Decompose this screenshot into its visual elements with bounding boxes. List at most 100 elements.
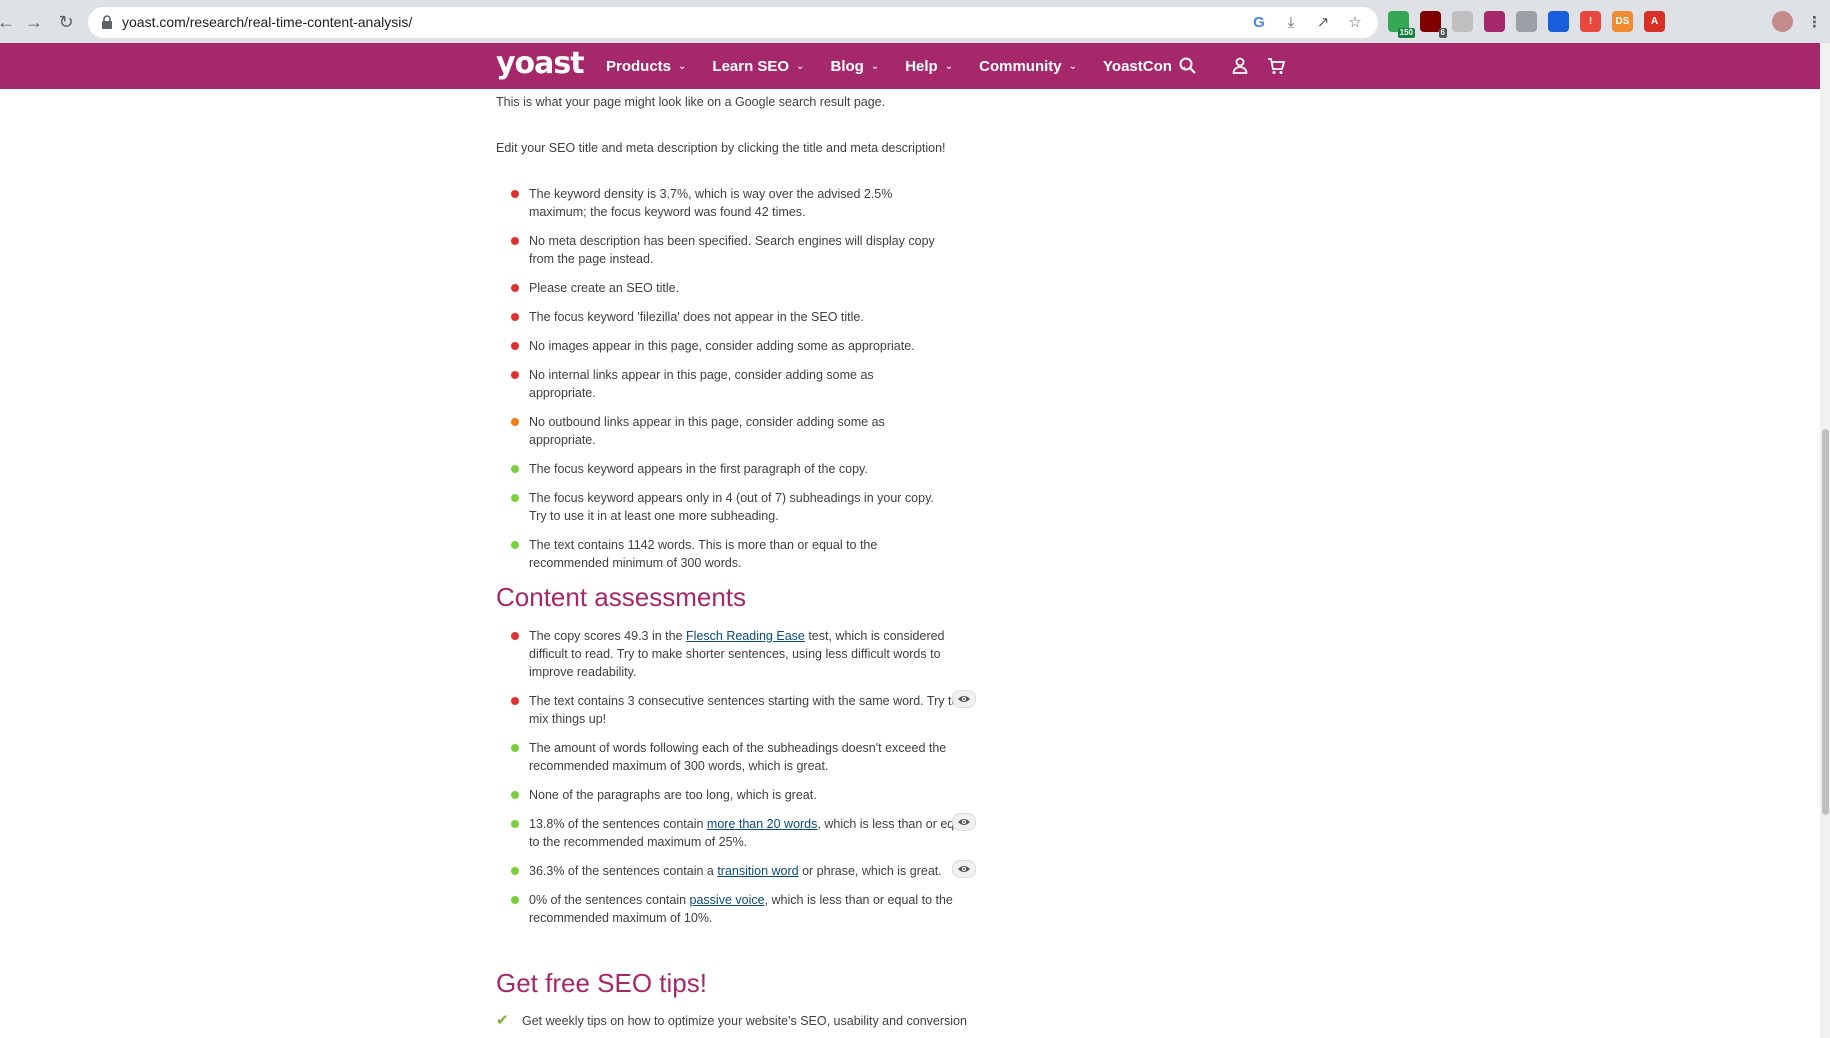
status-bullet-good [511, 541, 519, 549]
highlight-eye-icon[interactable] [952, 813, 976, 831]
menu-blog[interactable]: Blog ⌄ [831, 58, 880, 75]
profile-avatar-icon[interactable] [1772, 11, 1793, 32]
url-text[interactable]: yoast.com/research/real-time-content-ana… [122, 14, 412, 30]
seo-tip-item: ✔ Get weekly tips on how to optimize you… [496, 1012, 967, 1029]
seo-assessment-line: appropriate. [529, 433, 596, 447]
status-bullet-good [511, 820, 519, 828]
status-bullet-bad [511, 284, 519, 292]
assessment-text-part: The copy scores 49.3 in the [529, 629, 687, 643]
side-panel-icon[interactable] [1740, 11, 1761, 32]
menu-help-label: Help [905, 57, 938, 75]
seo-assessment-line: No internal links appear in this page, c… [529, 368, 874, 382]
assessment-text-part: 13.8% of the sentences contain [529, 817, 707, 831]
status-bullet-ok [511, 418, 519, 426]
seo-assessment-line: No images appear in this page, consider … [529, 339, 915, 353]
browser-menu-icon[interactable]: ⋮ [1804, 11, 1825, 32]
seo-assessment-text: The focus keyword appears only in 4 (out… [529, 489, 974, 525]
back-arrow-icon[interactable]: ← [0, 10, 18, 34]
menu-products[interactable]: Products ⌄ [606, 58, 686, 75]
seo-assessment-line: The text contains 1142 words. This is mo… [529, 538, 878, 552]
assessment-help-link[interactable]: more than 20 words [707, 817, 817, 831]
seo-tip-text: Get weekly tips on how to optimize your … [522, 1014, 967, 1028]
seo-tips-heading: Get free SEO tips! [496, 968, 707, 998]
red-box-extension-label: ! [1588, 16, 1593, 27]
acrobat-extension-icon[interactable]: A [1644, 11, 1665, 32]
content-assessment-text: The text contains 3 consecutive sentence… [529, 692, 974, 728]
puzzle-extensions-icon[interactable] [1676, 11, 1697, 32]
install-app-icon[interactable]: ⤓ [1282, 13, 1300, 31]
seo-assessment-line: The focus keyword 'filezilla' does not a… [529, 310, 864, 324]
address-bar[interactable]: yoast.com/research/real-time-content-ana… [88, 7, 1378, 38]
content-assessment-text: 13.8% of the sentences contain more than… [529, 815, 974, 851]
seo-assessment-line: The keyword density is 3.7%, which is wa… [529, 187, 893, 201]
seo-assessment-text: The text contains 1142 words. This is mo… [529, 536, 974, 572]
assessment-text-part: 36.3% of the sentences contain a [529, 864, 718, 878]
chevron-down-icon: ⌄ [1068, 60, 1078, 72]
assessment-help-link[interactable]: passive voice [690, 893, 765, 907]
reload-icon[interactable]: ↻ [54, 10, 78, 34]
content-assessment-text: The amount of words following each of th… [529, 739, 974, 775]
menu-products-label: Products [606, 57, 672, 75]
status-bullet-bad [511, 697, 519, 705]
highlight-eye-icon[interactable] [952, 860, 976, 878]
site-header: yoast Products ⌄ Learn SEO ⌄ Blog ⌄ Help ⌄ C… [0, 43, 1820, 89]
reading-list-icon[interactable] [1708, 11, 1729, 32]
assessment-text-part: or phrase, which is great. [798, 864, 942, 878]
snippet-edit-hint: Edit your SEO title and meta description… [496, 141, 946, 155]
status-bullet-good [511, 494, 519, 502]
red-box-extension-icon[interactable]: ! [1580, 11, 1601, 32]
status-bullet-bad [511, 371, 519, 379]
seo-assessment-line: The focus keyword appears only in 4 (out… [529, 491, 934, 505]
menu-community-label: Community [979, 57, 1062, 75]
chevron-down-icon: ⌄ [870, 60, 880, 72]
search-icon[interactable] [1178, 56, 1198, 76]
assessment-help-link[interactable]: transition word [717, 864, 798, 878]
highlight-eye-icon[interactable] [952, 690, 976, 708]
menu-community[interactable]: Community ⌄ [979, 58, 1077, 75]
extensions-bar: 150 6! DS A ⋮ [1388, 11, 1825, 38]
content-assessment-text: 36.3% of the sentences contain a transit… [529, 862, 974, 880]
seo-assessment-text: The focus keyword appears in the first p… [529, 460, 974, 478]
seo-assessment-line: Please create an SEO title. [529, 281, 680, 295]
seo-assessment-text: No internal links appear in this page, c… [529, 366, 974, 402]
status-bullet-good [511, 465, 519, 473]
timer-extension-icon[interactable]: 150 [1388, 11, 1415, 38]
forward-arrow-icon[interactable]: → [22, 10, 46, 34]
yoast-logo[interactable]: yoast [496, 46, 585, 81]
menu-yoastcon[interactable]: YoastCon ⌄ [1103, 58, 1187, 75]
chevron-down-icon: ⌄ [678, 60, 687, 72]
google-lens-icon[interactable]: G [1250, 13, 1268, 31]
hook-extension-icon[interactable] [1516, 11, 1537, 32]
cart-icon[interactable] [1266, 56, 1286, 76]
assessment-text-part: None of the paragraphs are too long, whi… [529, 788, 817, 802]
seo-assessment-line: recommended minimum of 300 words. [529, 556, 742, 570]
bookmark-star-icon[interactable]: ☆ [1346, 13, 1364, 31]
account-icon[interactable] [1230, 56, 1250, 76]
seo-assessment-text: The keyword density is 3.7%, which is wa… [529, 185, 974, 221]
scrollbar-thumb[interactable] [1822, 429, 1829, 815]
assessment-text-part: 0% of the sentences contain [529, 893, 690, 907]
browser-toolbar: ← → ↻ yoast.com/research/real-time-conte… [0, 0, 1830, 43]
status-bullet-good [511, 791, 519, 799]
menu-learn-seo-label: Learn SEO [712, 57, 790, 75]
seo-assessment-line: No outbound links appear in this page, c… [529, 415, 885, 429]
seo-assessment-line: The focus keyword appears in the first p… [529, 462, 868, 476]
extension-badge: 6 [1438, 28, 1447, 38]
seo-assessment-line: appropriate. [529, 386, 596, 400]
page-scrollbar[interactable] [1820, 43, 1830, 1038]
checkmark-icon: ✔ [496, 1012, 509, 1029]
ball-extension-icon[interactable] [1484, 11, 1505, 32]
menu-help[interactable]: Help ⌄ [905, 58, 953, 75]
share-icon[interactable]: ↗ [1314, 13, 1332, 31]
glasses-extension-icon[interactable] [1452, 11, 1473, 32]
status-bullet-bad [511, 237, 519, 245]
ds-extension-icon[interactable]: DS [1612, 11, 1633, 32]
snippet-preview-intro: This is what your page might look like o… [496, 95, 886, 109]
extension-badge: 150 [1397, 28, 1415, 38]
status-bullet-good [511, 744, 519, 752]
seo-assessment-text: No outbound links appear in this page, c… [529, 413, 974, 449]
ublock-extension-icon[interactable]: 6 [1420, 11, 1447, 38]
shield-extension-icon[interactable] [1548, 11, 1569, 32]
assessment-help-link[interactable]: Flesch Reading Ease [686, 629, 805, 643]
menu-learn-seo[interactable]: Learn SEO ⌄ [712, 58, 804, 75]
